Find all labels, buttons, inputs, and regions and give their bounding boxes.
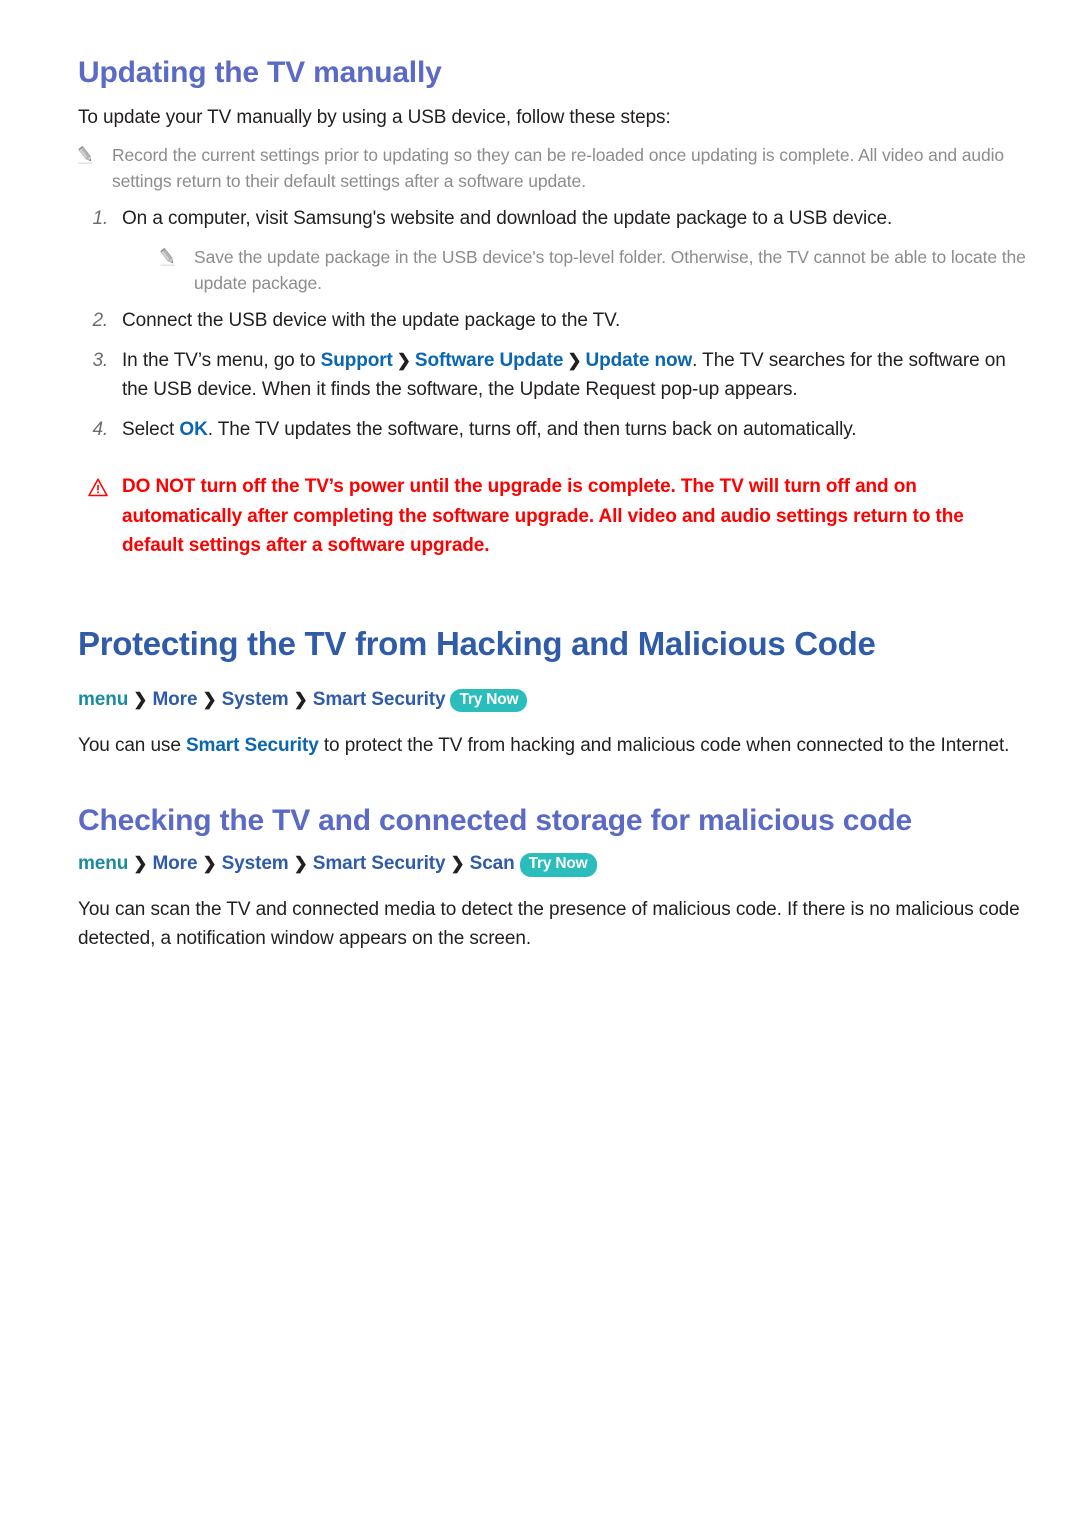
link-ok[interactable]: OK	[179, 419, 207, 440]
menu-path-scan: menu ❯ More ❯ System ❯ Smart Security ❯ Scan Try …	[78, 850, 1030, 879]
paragraph-smart-security: You can use Smart Security to protect th…	[78, 731, 1030, 760]
intro-paragraph: To update your TV manually by using a US…	[78, 106, 671, 128]
heading-updating-tv-manually: Updating the TV manually	[78, 56, 442, 89]
step-number: 2.	[92, 310, 109, 332]
menu-item-more[interactable]: More	[152, 853, 197, 874]
try-now-badge[interactable]: Try Now	[519, 853, 597, 877]
note-text: Record the current settings prior to upd…	[112, 144, 1005, 192]
chevron-right-icon: ❯	[293, 854, 308, 874]
menu-item-smart-security[interactable]: Smart Security	[313, 853, 446, 874]
chevron-right-icon: ❯	[293, 690, 308, 710]
chevron-right-icon: ❯	[567, 350, 582, 370]
link-smart-security[interactable]: Smart Security	[186, 735, 319, 756]
chevron-right-icon: ❯	[396, 350, 411, 370]
step-text: On a computer, visit Samsung's website a…	[122, 208, 893, 230]
paragraph-text-after: to protect the TV from hacking and malic…	[318, 734, 1010, 756]
note-text: Save the update package in the USB devic…	[194, 246, 1026, 294]
menu-item-more[interactable]: More	[152, 689, 197, 710]
step-text: In the TV’s menu, go to Support ❯ Software…	[122, 346, 1030, 405]
warning-block: DO NOT turn off the TV’s power until the…	[78, 472, 1030, 560]
warning-text: DO NOT turn off the TV’s power until the…	[122, 476, 964, 556]
paragraph-scan-description: You can scan the TV and connected media …	[78, 898, 1020, 950]
warning-triangle-icon	[88, 478, 108, 497]
link-software-update[interactable]: Software Update	[415, 350, 564, 371]
step-item-1: 1. On a computer, visit Samsung's websit…	[78, 204, 1030, 233]
step-item-4: 4. Select OK. The TV updates the softwar…	[78, 415, 1030, 444]
menu-path-smart-security: menu ❯ More ❯ System ❯ Smart Security Try Now	[78, 686, 1030, 715]
note-record-settings: Record the current settings prior to upd…	[78, 142, 1030, 195]
menu-item-smart-security[interactable]: Smart Security	[313, 689, 446, 710]
link-support[interactable]: Support	[321, 350, 393, 371]
step-item-2: 2. Connect the USB device with the updat…	[78, 306, 1030, 335]
link-update-now[interactable]: Update now	[586, 350, 693, 371]
pencil-icon	[160, 247, 176, 267]
heading-checking-storage: Checking the TV and connected storage fo…	[78, 803, 912, 837]
steps-list: 1. On a computer, visit Samsung's websit…	[78, 204, 1030, 444]
menu-root-label[interactable]: menu	[78, 689, 128, 710]
step3-text-before: In the TV’s menu, go to	[122, 349, 321, 371]
menu-item-system[interactable]: System	[222, 853, 289, 874]
step-text: Select OK. The TV updates the software, …	[122, 415, 1030, 444]
step4-text-before: Select	[122, 418, 180, 440]
chevron-right-icon: ❯	[450, 854, 465, 874]
note-save-update-package: Save the update package in the USB devic…	[78, 244, 1030, 297]
step4-text-after: . The TV updates the software, turns off…	[207, 418, 857, 440]
chevron-right-icon: ❯	[202, 854, 217, 874]
menu-item-system[interactable]: System	[222, 689, 289, 710]
step-number: 3.	[92, 349, 109, 371]
step-text: Connect the USB device with the update p…	[122, 310, 621, 332]
menu-root-label[interactable]: menu	[78, 853, 128, 874]
chevron-right-icon: ❯	[202, 690, 217, 710]
chevron-right-icon: ❯	[133, 854, 148, 874]
heading-protecting-tv: Protecting the TV from Hacking and Malic…	[78, 625, 876, 663]
pencil-icon	[78, 145, 94, 165]
chevron-right-icon: ❯	[133, 690, 148, 710]
paragraph-text-before: You can use	[78, 734, 186, 756]
step-number: 1.	[92, 208, 109, 230]
step-item-3: 3. In the TV’s menu, go to Support ❯ Softw…	[78, 346, 1030, 405]
try-now-badge[interactable]: Try Now	[450, 689, 528, 713]
menu-item-scan[interactable]: Scan	[470, 853, 515, 874]
manual-page: Updating the TV manually To update your …	[0, 0, 1080, 1527]
step-number: 4.	[92, 418, 109, 440]
